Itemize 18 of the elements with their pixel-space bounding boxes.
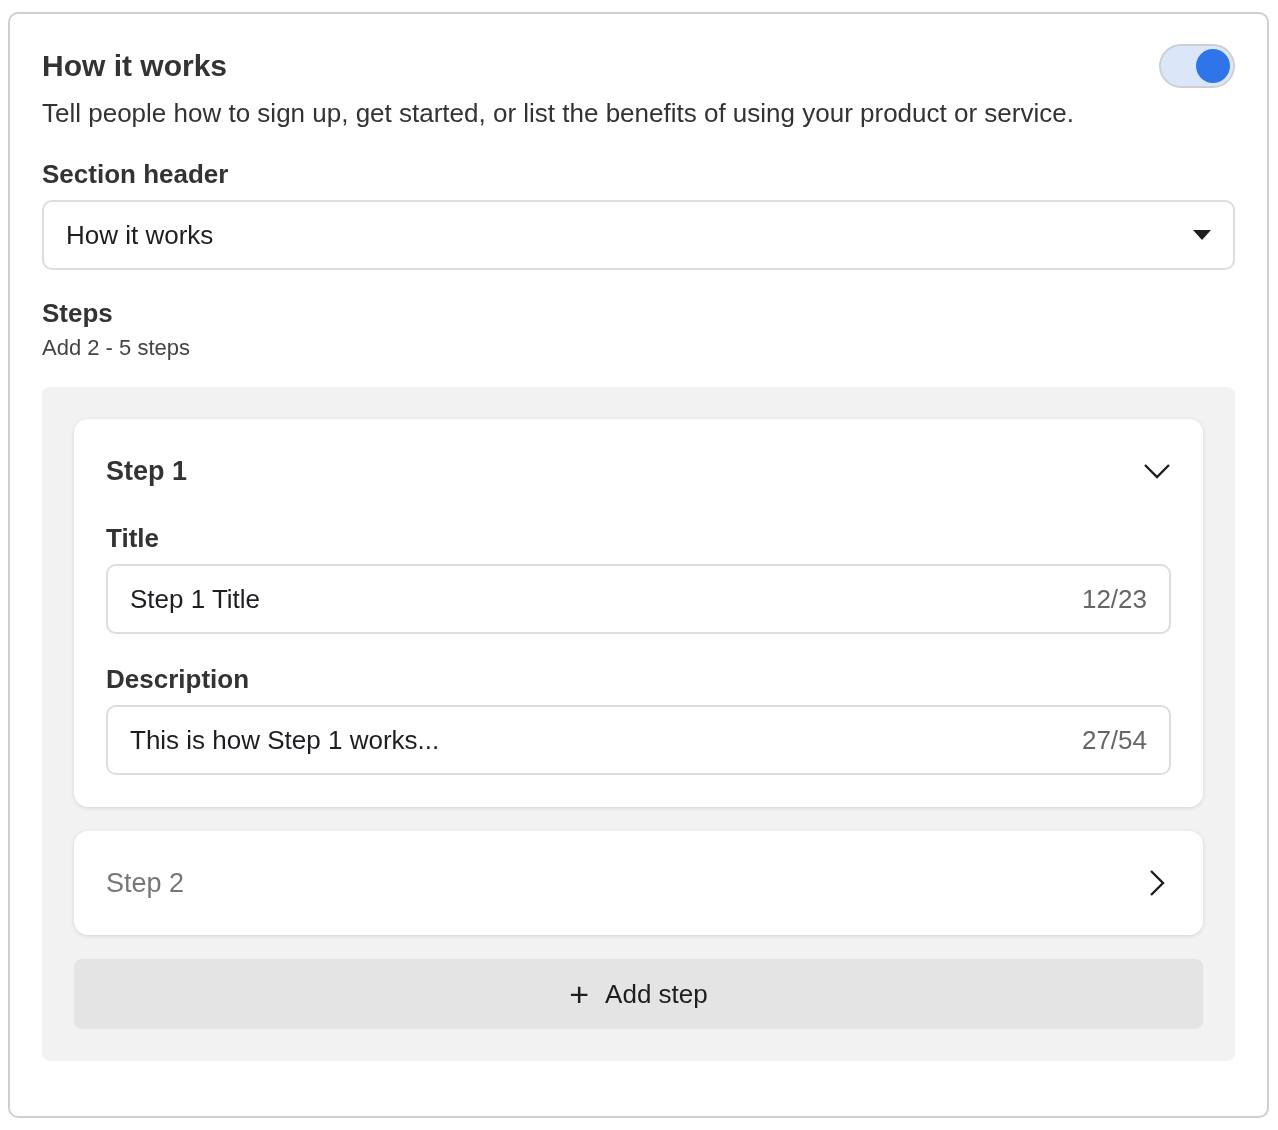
- steps-label: Steps: [42, 298, 114, 329]
- text-input-field[interactable]: Step 1 Title 12/23: [106, 564, 1171, 634]
- character-counter: 27/54: [1081, 724, 1147, 756]
- field-label: Title: [106, 523, 160, 554]
- step-header[interactable]: Step 2: [106, 831, 1171, 935]
- field-label: Description: [106, 664, 251, 695]
- field-label: Section header: [42, 159, 230, 190]
- plus-icon: +: [569, 977, 590, 1011]
- caret-icon: [1193, 230, 1211, 240]
- text-input-field[interactable]: This is how Step 1 works... 27/54: [106, 705, 1171, 775]
- section-description: Tell people how to sign up, get started, or list the benefits of using your product or service.: [42, 98, 1075, 129]
- toggle-switch[interactable]: [1159, 44, 1235, 88]
- character-counter: 12/23: [1081, 583, 1147, 615]
- steps-hint: Add 2 - 5 steps: [42, 335, 191, 361]
- section-header-dropdown[interactable]: How it works: [42, 200, 1235, 270]
- section-title: How it works: [42, 49, 228, 83]
- step-header[interactable]: Step 1: [106, 419, 1171, 523]
- add-step-button[interactable]: + Add step: [74, 959, 1203, 1029]
